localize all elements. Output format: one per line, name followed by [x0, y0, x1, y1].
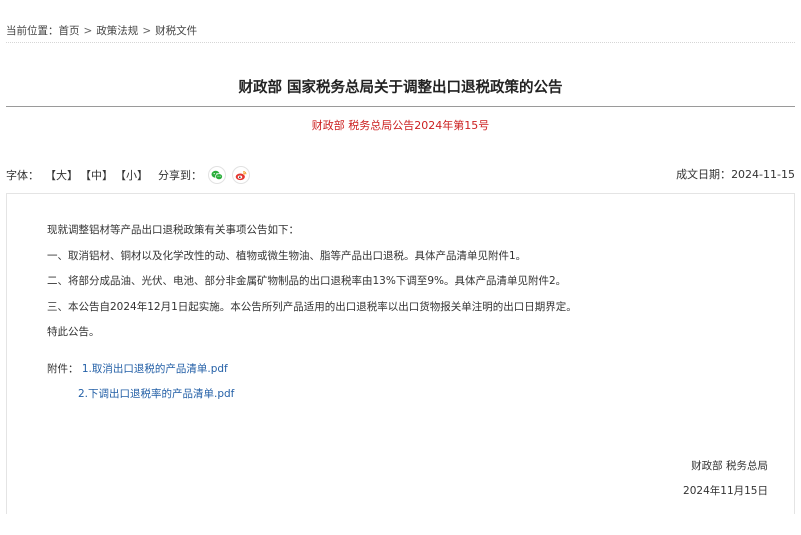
breadcrumb-divider	[6, 42, 795, 43]
body-paragraph: 现就调整铝材等产品出口退税政策有关事项公告如下：	[47, 224, 299, 236]
share-label: 分享到：	[158, 169, 202, 182]
attachments-label: 附件：	[47, 363, 79, 375]
font-size-large-button[interactable]: 【大】	[45, 167, 78, 183]
attachment-row: 2.下调出口退税率的产品清单.pdf	[47, 382, 234, 407]
document-date: 成文日期：2024-11-15	[676, 166, 795, 182]
document-number: 财政部 税务总局公告2024年第15号	[311, 119, 490, 132]
body-paragraph: 三、本公告自2024年12月1日起实施。本公告所列产品适用的出口退税率以出口货物…	[47, 300, 577, 313]
signature: 财政部 税务总局 2024年11月15日	[683, 454, 768, 504]
date-label: 成文日期：	[676, 168, 732, 181]
breadcrumb-home-link[interactable]: 首页	[59, 25, 80, 37]
article-body: 现就调整铝材等产品出口退税政策有关事项公告如下： 一、取消铝材、铜材以及化学改性…	[47, 218, 577, 346]
font-size-small-button[interactable]: 【小】	[115, 167, 148, 183]
wechat-icon[interactable]	[208, 166, 226, 184]
breadcrumb-separator: >	[142, 25, 152, 37]
body-paragraph: 二、将部分成品油、光伏、电池、部分非金属矿物制品的出口退税率由13%下调至9%。…	[47, 275, 567, 287]
weibo-icon[interactable]	[232, 166, 250, 184]
signature-date: 2024年11月15日	[683, 485, 768, 497]
article-toolbar: 字体： 【大】 【中】 【小】 分享到：	[6, 166, 250, 184]
breadcrumb-prefix: 当前位置：	[6, 25, 59, 37]
date-value: 2024-11-15	[731, 168, 795, 181]
font-size-label: 字体：	[6, 169, 39, 182]
attachments: 附件： 1.取消出口退税的产品清单.pdf 2.下调出口退税率的产品清单.pdf	[47, 357, 234, 407]
body-paragraph: 一、取消铝材、铜材以及化学改性的动、植物或微生物油、脂等产品出口退税。具体产品清…	[47, 249, 527, 262]
title-divider	[6, 106, 795, 107]
body-paragraph: 特此公告。	[47, 326, 100, 338]
attachment-2-link[interactable]: 2.下调出口退税率的产品清单.pdf	[78, 388, 234, 400]
breadcrumb-tax-docs-link[interactable]: 财税文件	[155, 25, 197, 37]
breadcrumb-separator: >	[83, 25, 93, 37]
signature-org: 财政部 税务总局	[691, 460, 768, 472]
breadcrumb-policy-link[interactable]: 政策法规	[96, 25, 138, 37]
page-title: 财政部 国家税务总局关于调整出口退税政策的公告	[238, 80, 563, 96]
attachment-row: 附件： 1.取消出口退税的产品清单.pdf	[47, 357, 234, 382]
breadcrumb: 当前位置：首页 > 政策法规 > 财税文件	[6, 23, 197, 38]
font-size-medium-button[interactable]: 【中】	[80, 167, 113, 183]
article-content: 现就调整铝材等产品出口退税政策有关事项公告如下： 一、取消铝材、铜材以及化学改性…	[6, 193, 795, 514]
attachment-1-link[interactable]: 1.取消出口退税的产品清单.pdf	[82, 363, 228, 375]
